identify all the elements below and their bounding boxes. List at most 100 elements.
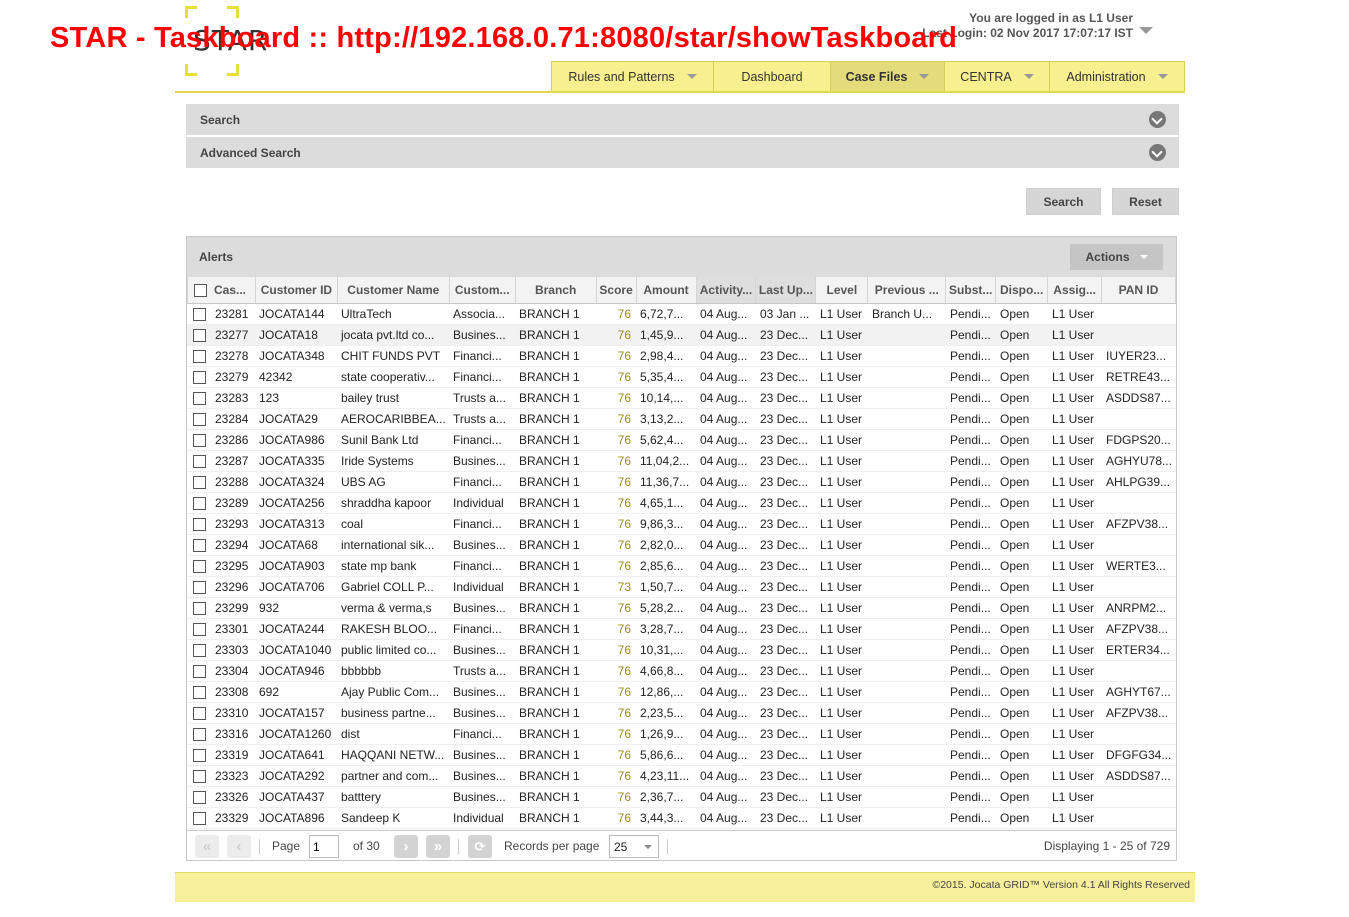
column-header-previous-owner[interactable]: Previous ... [868, 277, 947, 303]
row-checkbox[interactable] [193, 748, 206, 762]
table-row[interactable]: 23277 JOCATA18 jocata pvt.ltd co... Busines… [187, 325, 1176, 346]
row-checkbox[interactable] [193, 811, 206, 825]
case-id-text[interactable]: 23323 [215, 769, 248, 783]
row-checkbox[interactable] [193, 706, 206, 720]
table-row[interactable]: 23304 JOCATA946 bbbbbb Trusts a... BRANCH 1 7… [187, 661, 1176, 682]
row-checkbox[interactable] [193, 475, 206, 489]
table-row[interactable]: 23316 JOCATA1260 dist Financi... BRANCH 1 76 1… [187, 724, 1176, 745]
row-checkbox[interactable] [193, 790, 206, 804]
case-id-text[interactable]: 23296 [215, 580, 248, 594]
column-header-substatus[interactable]: Subst... [946, 277, 997, 303]
table-row[interactable]: 23329 JOCATA896 Sandeep K Individual BRANCH … [187, 808, 1176, 829]
case-id-text[interactable]: 23288 [215, 475, 248, 489]
advanced-search-panel-header[interactable]: Advanced Search [186, 137, 1179, 168]
first-page-icon[interactable]: « [195, 835, 219, 858]
column-header-score[interactable]: Score [597, 277, 637, 303]
case-id-text[interactable]: 23286 [215, 433, 248, 447]
last-page-icon[interactable]: » [426, 835, 450, 858]
row-checkbox[interactable] [193, 391, 206, 405]
case-id-text[interactable]: 23319 [215, 748, 248, 762]
column-header-pan-id[interactable]: PAN ID [1102, 277, 1177, 303]
case-id-text[interactable]: 23283 [215, 391, 248, 405]
actions-button[interactable]: Actions [1070, 244, 1163, 270]
row-checkbox[interactable] [193, 307, 206, 321]
column-header-disposition[interactable]: Dispo... [996, 277, 1049, 303]
row-checkbox[interactable] [193, 328, 206, 342]
case-id-text[interactable]: 23294 [215, 538, 248, 552]
row-checkbox[interactable] [193, 601, 206, 615]
column-header-case-id[interactable]: Cas... [188, 277, 256, 303]
case-id-text[interactable]: 23301 [215, 622, 248, 636]
row-checkbox[interactable] [193, 769, 206, 783]
column-header-branch[interactable]: Branch [516, 277, 597, 303]
table-row[interactable]: 23279 42342 state cooperativ... Financi... B… [187, 367, 1176, 388]
select-all-checkbox[interactable] [194, 283, 207, 297]
table-row[interactable]: 23283 123 bailey trust Trusts a... BRANCH 1 7… [187, 388, 1176, 409]
table-row[interactable]: 23295 JOCATA903 state mp bank Financi... BRA… [187, 556, 1176, 577]
case-id-text[interactable]: 23281 [215, 307, 248, 321]
row-checkbox[interactable] [193, 412, 206, 426]
case-id-text[interactable]: 23293 [215, 517, 248, 531]
case-id-text[interactable]: 23316 [215, 727, 248, 741]
row-checkbox[interactable] [193, 517, 206, 531]
refresh-icon[interactable]: ⟳ [468, 835, 492, 858]
table-row[interactable]: 23323 JOCATA292 partner and com... Busines.… [187, 766, 1176, 787]
column-header-assigned-to[interactable]: Assig... [1048, 277, 1103, 303]
case-id-text[interactable]: 23279 [215, 370, 248, 384]
table-row[interactable]: 23299 932 verma & verma,s Busines... BRANCH … [187, 598, 1176, 619]
case-id-text[interactable]: 23299 [215, 601, 248, 615]
prev-page-icon[interactable]: ‹ [227, 835, 251, 858]
case-id-text[interactable]: 23326 [215, 790, 248, 804]
case-id-text[interactable]: 23289 [215, 496, 248, 510]
row-checkbox[interactable] [193, 622, 206, 636]
table-row[interactable]: 23293 JOCATA313 coal Financi... BRANCH 1 76 9,… [187, 514, 1176, 535]
expand-icon[interactable] [1149, 111, 1166, 128]
nav-rules-and-patterns[interactable]: Rules and Patterns [552, 62, 714, 91]
table-row[interactable]: 23326 JOCATA437 batttery Busines... BRANCH 1… [187, 787, 1176, 808]
row-checkbox[interactable] [193, 580, 206, 594]
table-row[interactable]: 23310 JOCATA157 business partne... Busines.… [187, 703, 1176, 724]
table-row[interactable]: 23303 JOCATA1040 public limited co... Busin… [187, 640, 1176, 661]
row-checkbox[interactable] [193, 370, 206, 384]
case-id-text[interactable]: 23304 [215, 664, 248, 678]
records-per-page-select[interactable]: 25 [609, 835, 659, 858]
expand-icon[interactable] [1149, 144, 1166, 161]
row-checkbox[interactable] [193, 349, 206, 363]
column-header-amount[interactable]: Amount [637, 277, 697, 303]
next-page-icon[interactable]: › [394, 835, 418, 858]
row-checkbox[interactable] [193, 538, 206, 552]
case-id-text[interactable]: 23310 [215, 706, 248, 720]
column-header-customer-type[interactable]: Custom... [450, 277, 516, 303]
column-header-level[interactable]: Level [816, 277, 869, 303]
table-row[interactable]: 23286 JOCATA986 Sunil Bank Ltd Financi... BR… [187, 430, 1176, 451]
table-row[interactable]: 23294 JOCATA68 international sik... Busines… [187, 535, 1176, 556]
table-row[interactable]: 23301 JOCATA244 RAKESH BLOO... Financi... BR… [187, 619, 1176, 640]
table-row[interactable]: 23284 JOCATA29 AEROCARIBBEA... Trusts a... B… [187, 409, 1176, 430]
case-id-text[interactable]: 23308 [215, 685, 248, 699]
table-row[interactable]: 23308 692 Ajay Public Com... Busines... BRAN… [187, 682, 1176, 703]
page-number-input[interactable] [309, 835, 339, 858]
search-button[interactable]: Search [1026, 188, 1101, 215]
row-checkbox[interactable] [193, 559, 206, 573]
nav-dashboard[interactable]: Dashboard [714, 62, 831, 91]
table-row[interactable]: 23319 JOCATA641 HAQQANI NETW... Busines... B… [187, 745, 1176, 766]
column-header-customer-id[interactable]: Customer ID [256, 277, 338, 303]
table-row[interactable]: 23287 JOCATA335 Iride Systems Busines... BRA… [187, 451, 1176, 472]
table-row[interactable]: 23289 JOCATA256 shraddha kapoor Individual B… [187, 493, 1176, 514]
table-row[interactable]: 23281 JOCATA144 UltraTech Associa... BRANCH … [187, 304, 1176, 325]
user-menu-chevron-icon[interactable] [1139, 27, 1153, 34]
case-id-text[interactable]: 23295 [215, 559, 248, 573]
column-header-customer-name[interactable]: Customer Name [338, 277, 450, 303]
case-id-text[interactable]: 23303 [215, 643, 248, 657]
table-row[interactable]: 23288 JOCATA324 UBS AG Financi... BRANCH 1 76… [187, 472, 1176, 493]
row-checkbox[interactable] [193, 727, 206, 741]
reset-button[interactable]: Reset [1112, 188, 1179, 215]
nav-centra[interactable]: CENTRA [945, 62, 1050, 91]
column-header-last-updated[interactable]: Last Up... [756, 277, 817, 303]
nav-case-files[interactable]: Case Files [831, 62, 945, 91]
case-id-text[interactable]: 23329 [215, 811, 248, 825]
row-checkbox[interactable] [193, 643, 206, 657]
column-header-activity-date[interactable]: Activity... [696, 277, 757, 303]
case-id-text[interactable]: 23278 [215, 349, 248, 363]
case-id-text[interactable]: 23284 [215, 412, 248, 426]
